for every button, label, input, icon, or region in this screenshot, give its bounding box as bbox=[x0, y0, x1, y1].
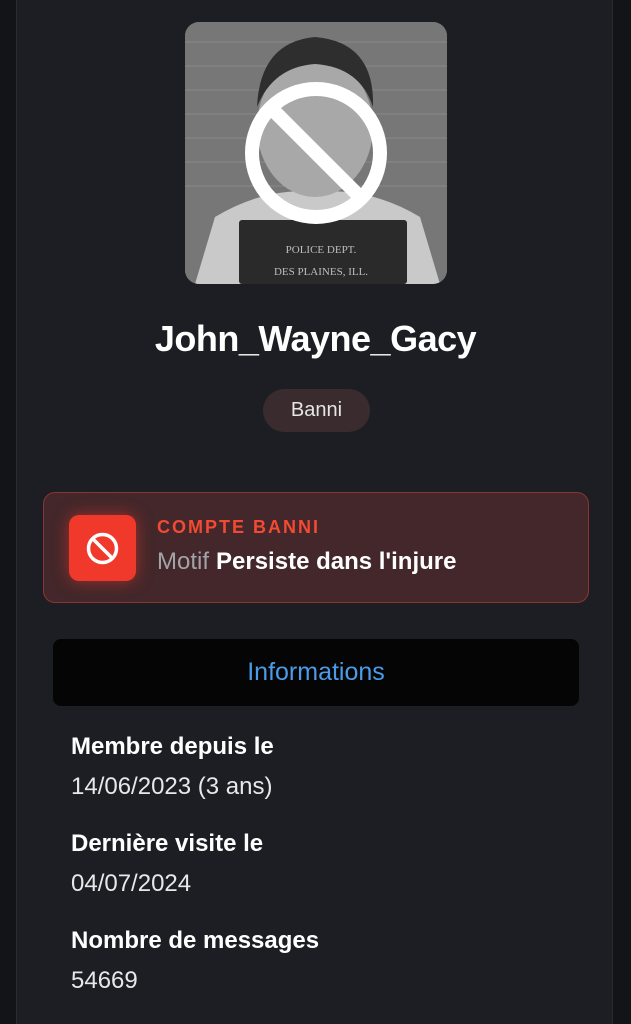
ban-reason-value: Persiste dans l'injure bbox=[216, 548, 457, 575]
ban-notice: COMPTE BANNI Motif Persiste dans l'injure bbox=[43, 492, 589, 603]
ban-reason-label: Motif bbox=[157, 548, 210, 575]
info-value: 54669 bbox=[71, 967, 138, 994]
info-label: Membre depuis le bbox=[71, 733, 274, 760]
banned-overlay-icon bbox=[245, 82, 387, 224]
avatar: POLICE DEPT. DES PLAINES, ILL. bbox=[185, 22, 447, 284]
username: John_Wayne_Gacy bbox=[154, 318, 477, 359]
ban-icon-container bbox=[69, 515, 136, 581]
info-label: Nombre de messages bbox=[71, 927, 320, 954]
status-badge: Banni bbox=[263, 389, 370, 432]
info-last-visit: Dernière visite le 04/07/2024 bbox=[71, 829, 263, 899]
info-label: Dernière visite le bbox=[71, 830, 264, 857]
info-member-since: Membre depuis le 14/06/2023 (3 ans) bbox=[71, 732, 274, 802]
ban-title: COMPTE BANNI bbox=[157, 517, 320, 537]
info-value: 04/07/2024 bbox=[71, 870, 192, 897]
info-message-count: Nombre de messages 54669 bbox=[71, 926, 319, 996]
tab-informations[interactable]: Informations bbox=[53, 639, 579, 706]
ban-icon bbox=[86, 532, 119, 565]
info-value: 14/06/2023 (3 ans) bbox=[71, 773, 273, 800]
avatar-sign-line1: POLICE DEPT. bbox=[286, 244, 357, 256]
ban-reason: Motif Persiste dans l'injure bbox=[157, 548, 456, 576]
profile-card: POLICE DEPT. DES PLAINES, ILL. John_Wayn… bbox=[16, 0, 613, 1024]
avatar-sign-line2: DES PLAINES, ILL. bbox=[274, 266, 368, 278]
